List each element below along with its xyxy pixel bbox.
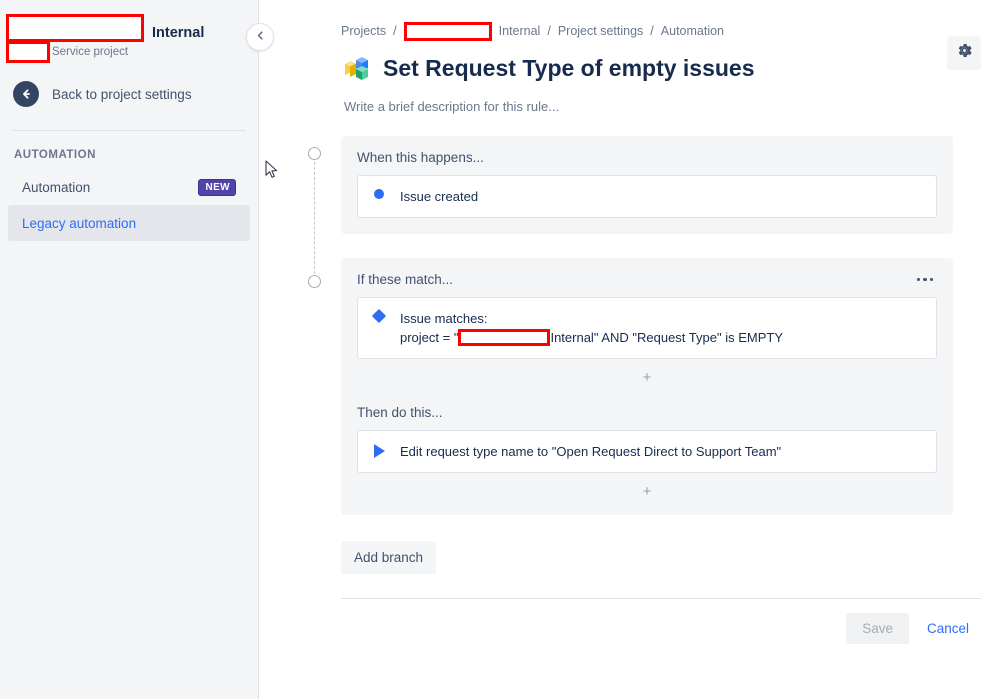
action-play-icon (372, 444, 386, 458)
condition-jql: project = " Internal" AND "Request Type"… (400, 328, 783, 347)
condition-heading: If these match... (357, 272, 453, 287)
flow-timeline (308, 147, 324, 295)
condition-item[interactable]: Issue matches: project = " Internal" AND… (357, 297, 937, 359)
chevron-left-icon (255, 28, 266, 46)
action-heading: Then do this... (357, 405, 937, 420)
breadcrumb-item-project-settings[interactable]: Project settings (558, 24, 643, 38)
automation-flow: When this happens... Issue created If th… (259, 136, 999, 644)
arrow-left-icon (13, 81, 39, 107)
back-to-project-settings-link[interactable]: Back to project settings (0, 74, 258, 114)
project-name-suffix: Internal (152, 25, 204, 41)
sidebar-item-label: Automation (22, 180, 90, 195)
page-title-row: Set Request Type of empty issues (259, 40, 999, 83)
footer-actions: Save Cancel (300, 599, 999, 644)
gear-icon (956, 42, 973, 64)
new-badge: NEW (198, 179, 236, 196)
redaction-box-breadcrumb-project (404, 22, 492, 41)
project-header: Internal Service project (0, 0, 258, 54)
mouse-cursor (265, 160, 281, 185)
sidebar-item-label: Legacy automation (22, 216, 136, 231)
trigger-item[interactable]: Issue created (357, 175, 937, 218)
trigger-dot-icon (372, 189, 386, 199)
breadcrumb-separator: / (547, 24, 550, 38)
sidebar-section-title: AUTOMATION (0, 131, 258, 161)
project-type-label: Service project (52, 45, 128, 59)
action-item[interactable]: Edit request type name to "Open Request … (357, 430, 937, 473)
add-action-button[interactable]: + (357, 473, 937, 499)
redaction-box-project-name (6, 14, 144, 42)
app-root: Internal Service project Back to project… (0, 0, 999, 699)
condition-jql-prefix: project = " (400, 328, 458, 347)
breadcrumb-item-automation[interactable]: Automation (661, 24, 724, 38)
main-content: Projects / Internal / Project settings /… (259, 0, 999, 699)
rule-settings-button[interactable] (947, 36, 981, 70)
save-button[interactable]: Save (846, 613, 909, 644)
rule-description[interactable]: Write a brief description for this rule.… (259, 83, 999, 114)
condition-jql-suffix: Internal" AND "Request Type" is EMPTY (550, 328, 783, 347)
page-title: Set Request Type of empty issues (383, 54, 755, 82)
breadcrumb-separator: / (650, 24, 653, 38)
sidebar-item-legacy-automation[interactable]: Legacy automation (8, 205, 250, 241)
timeline-node-condition (308, 275, 321, 288)
cancel-button[interactable]: Cancel (917, 613, 979, 644)
sidebar: Internal Service project Back to project… (0, 0, 259, 699)
sidebar-item-automation[interactable]: Automation NEW (8, 169, 250, 205)
breadcrumb-separator: / (393, 24, 396, 38)
condition-item-body: Issue matches: project = " Internal" AND… (400, 309, 783, 347)
condition-item-title: Issue matches: (400, 311, 487, 326)
trigger-heading: When this happens... (357, 150, 937, 165)
trigger-item-label: Issue created (400, 187, 478, 206)
ellipsis-icon[interactable] (913, 274, 938, 286)
breadcrumb: Projects / Internal / Project settings /… (259, 0, 999, 40)
breadcrumb-item-internal[interactable]: Internal (499, 24, 541, 38)
add-branch-button[interactable]: Add branch (341, 541, 436, 574)
back-link-label: Back to project settings (52, 87, 192, 102)
condition-diamond-icon (372, 311, 386, 321)
redaction-box-project-type (6, 41, 50, 63)
condition-action-card: If these match... Issue matches: project… (341, 258, 953, 515)
add-condition-button[interactable]: + (357, 359, 937, 385)
sidebar-nav-list: Automation NEW Legacy automation (0, 169, 258, 241)
automation-cube-icon (341, 53, 371, 83)
condition-heading-row: If these match... (357, 272, 937, 287)
breadcrumb-item-projects[interactable]: Projects (341, 24, 386, 38)
timeline-connector (314, 162, 315, 274)
timeline-node-trigger (308, 147, 321, 160)
redaction-box-jql-project (458, 329, 550, 346)
action-item-label: Edit request type name to "Open Request … (400, 442, 781, 461)
sidebar-collapse-button[interactable] (246, 23, 274, 51)
trigger-card: When this happens... Issue created (341, 136, 953, 234)
